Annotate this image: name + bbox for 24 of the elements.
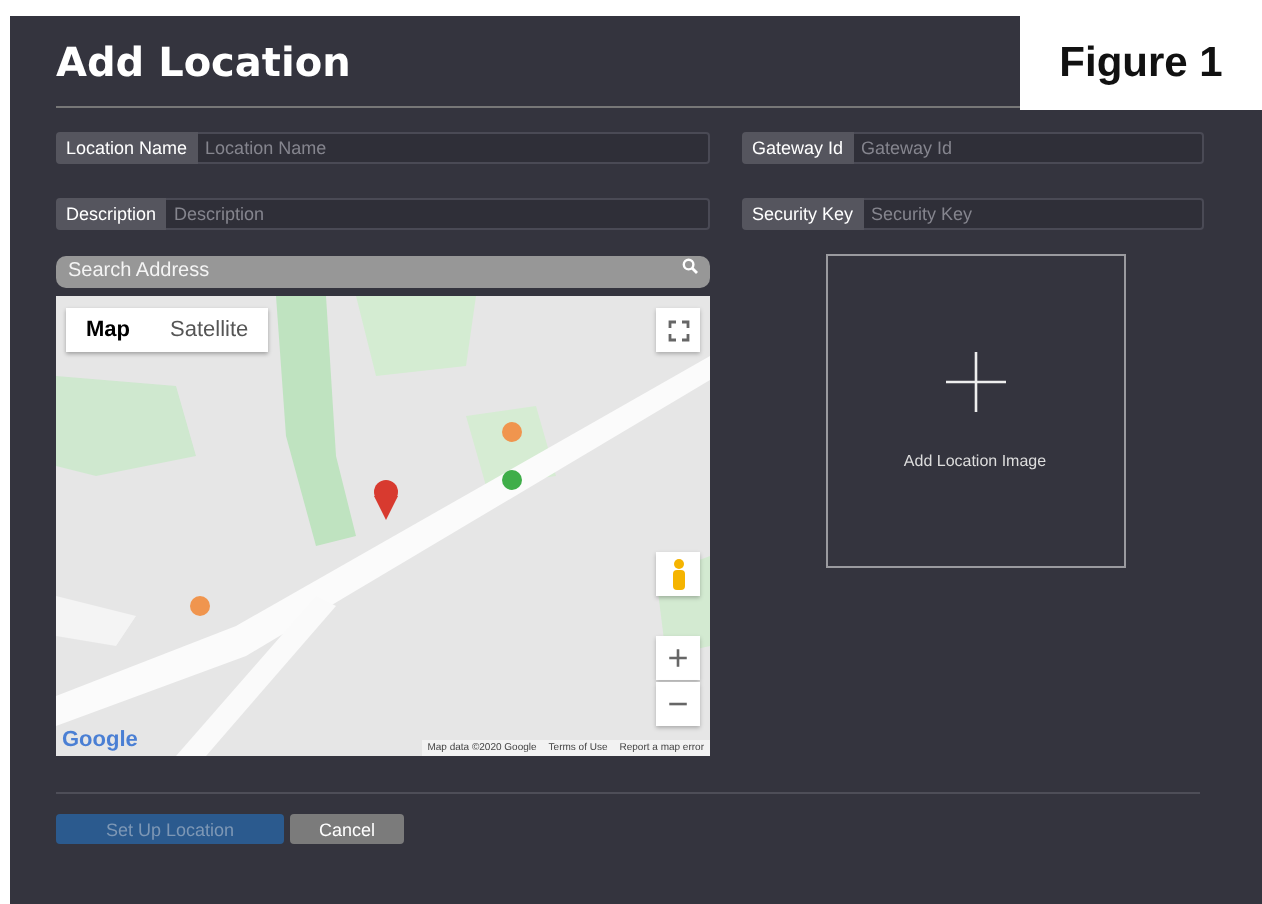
- page-title: Add Location: [56, 36, 351, 88]
- pegman-button[interactable]: [656, 552, 700, 596]
- field-label: Security Key: [742, 198, 864, 230]
- map-type-tab[interactable]: Map: [66, 308, 150, 352]
- map-type-tab[interactable]: Satellite: [150, 308, 269, 352]
- fullscreen-button[interactable]: [656, 308, 700, 352]
- fullscreen-icon: [667, 319, 689, 341]
- text-field[interactable]: Security Key: [863, 198, 1204, 230]
- text-field[interactable]: Location Name: [197, 132, 710, 164]
- search-field[interactable]: Search Address: [56, 255, 710, 287]
- plus-icon: [945, 352, 1005, 412]
- figure-label: Figure 1: [1020, 16, 1262, 110]
- person-icon: [669, 558, 687, 590]
- field-label: Description: [56, 198, 167, 230]
- text-field[interactable]: Description: [166, 198, 710, 230]
- cancel-button[interactable]: Cancel: [290, 814, 404, 844]
- text-field[interactable]: Gateway Id: [853, 132, 1204, 164]
- image-upload-area[interactable]: Add Location Image: [825, 254, 1125, 568]
- field-label: Location Name: [56, 132, 198, 164]
- field-label: Gateway Id: [742, 132, 854, 164]
- map-brand: Google: [62, 728, 138, 752]
- search-icon[interactable]: [682, 258, 698, 274]
- zoom-out-button[interactable]: −: [656, 682, 700, 726]
- zoom-in-button[interactable]: +: [656, 636, 700, 680]
